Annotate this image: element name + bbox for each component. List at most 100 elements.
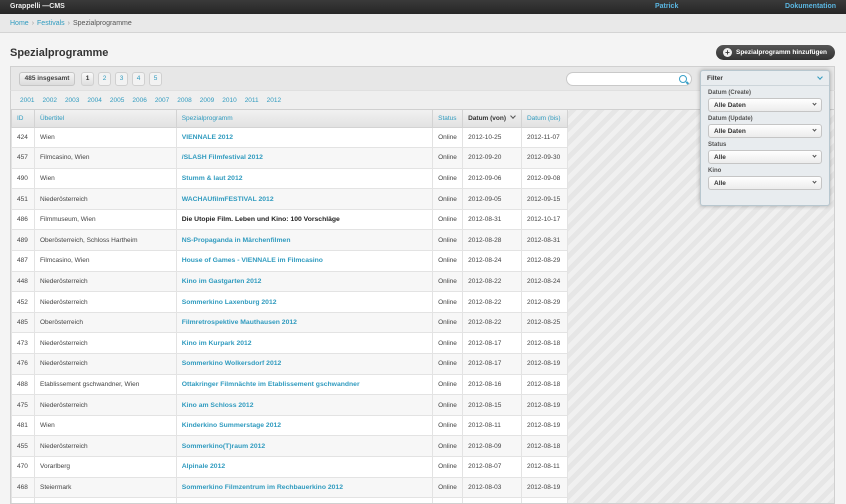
cell-spezialprogramm-link[interactable]: NS-Propaganda in Märchenfilmen	[175, 229, 434, 252]
cell-spezialprogramm-link[interactable]: Sommerkino(T)raum 2012	[175, 435, 434, 457]
column-header-status[interactable]: Status	[432, 110, 464, 128]
page-5[interactable]: 5	[149, 72, 162, 86]
table-row[interactable]: 470 Vorarlberg Alpinale 2012 Online 2012-08-…	[11, 456, 569, 478]
app-title[interactable]: Grappelli —CMS	[10, 3, 65, 10]
column-header-id[interactable]: ID	[11, 110, 35, 128]
table-row[interactable]: 486 Filmmuseum, Wien Die Utopie Film. Lebe…	[11, 208, 569, 231]
year-link[interactable]: 2010	[222, 97, 236, 104]
cell-datum-bis: 2012-08-31	[520, 229, 569, 252]
search-icon[interactable]	[679, 75, 687, 83]
cell-status: Online	[432, 229, 464, 252]
column-header-datum-bis[interactable]: Datum (bis)	[520, 110, 569, 128]
column-header-spezialprogramm[interactable]: Spezialprogramm	[175, 110, 434, 128]
table-row[interactable]: 490 Wien Stumm & laut 2012 Online 2012-09-06…	[11, 167, 569, 190]
table-row[interactable]: 489 Oberösterreich, Schloss Hartheim NS-Pr…	[11, 229, 569, 252]
cell-datum-bis: 2012-08-19	[520, 394, 569, 416]
cell-spezialprogramm-link[interactable]: Sommerkino Wolkersdorf 2012	[175, 353, 434, 375]
page-3[interactable]: 3	[115, 72, 128, 86]
top-bar: Grappelli —CMS Patrick Dokumentation	[0, 0, 846, 14]
table-row[interactable]: 476 Niederösterreich Sommerkino Wolkersdor…	[11, 353, 569, 375]
filter-select-status[interactable]: Alle	[708, 150, 822, 164]
cell-status: Online	[432, 167, 464, 190]
year-link[interactable]: 2011	[245, 97, 259, 104]
cell-uebertitel: Niederösterreich	[33, 291, 177, 313]
table-row[interactable]: 424 Wien VIENNALE 2012 Online 2012-10-25 2012…	[11, 126, 569, 149]
table-row[interactable]: 455 Niederösterreich Sommerkino(T)raum 201…	[11, 435, 569, 457]
user-menu[interactable]: Patrick	[655, 3, 678, 10]
year-link[interactable]: 2009	[200, 97, 214, 104]
cell-id: 457	[11, 147, 35, 169]
chevron-down-icon	[812, 101, 817, 106]
table-row[interactable]: 468 Steiermark Sommerkino Filmzentrum im R…	[11, 476, 569, 499]
cell-datum-von: 2012-08-17	[462, 353, 522, 375]
page-title: Spezialprogramme	[10, 47, 109, 59]
breadcrumb-home[interactable]: Home	[10, 20, 29, 27]
cell-uebertitel: Niederösterreich	[33, 332, 177, 355]
chevron-down-icon[interactable]	[817, 74, 823, 80]
cell-spezialprogramm-link[interactable]: Die Utopie Film. Leben und Kino: 100 Vor…	[175, 208, 434, 231]
cell-datum-von: 2012-08-16	[462, 373, 522, 396]
year-link[interactable]: 2007	[155, 97, 169, 104]
cell-spezialprogramm-link[interactable]: /SLASH Filmfestival 2012	[175, 147, 434, 169]
cell-spezialprogramm-link[interactable]: Sommerkino Filmzentrum im Rechbauerkino …	[175, 476, 434, 499]
cell-uebertitel: Filmcasino, Wien	[33, 250, 177, 272]
cell-datum-von: 2012-08-15	[462, 394, 522, 416]
table-row[interactable]: 475 Niederösterreich Kino am Schloss 2012 O…	[11, 394, 569, 416]
sort-descending-icon[interactable]	[510, 113, 516, 120]
year-link[interactable]: 2001	[20, 97, 34, 104]
total-count-button[interactable]: 485 insgesamt	[19, 72, 75, 86]
cell-datum-bis: 2012-08-18	[520, 332, 569, 355]
cell-uebertitel: Wien	[33, 414, 177, 437]
year-link[interactable]: 2008	[177, 97, 191, 104]
table-row[interactable]: 448 Niederösterreich Kino im Gastgarten 20…	[11, 270, 569, 293]
cell-spezialprogramm-link[interactable]: Kino im Kurpark 2012	[175, 332, 434, 355]
filter-select-datum-create[interactable]: Alle Daten	[708, 98, 822, 112]
cell-datum-bis: 2012-08-18	[520, 435, 569, 457]
cell-id: 485	[11, 311, 35, 334]
cell-spezialprogramm-link[interactable]: Filmretrospektive Mauthausen 2012	[175, 311, 434, 334]
cell-spezialprogramm-link[interactable]: Sommerkino Laxenburg 2012	[175, 291, 434, 313]
add-spezialprogramm-button[interactable]: + Spezialprogramm hinzufügen	[716, 45, 835, 60]
table-row[interactable]: 451 Niederösterreich WACHAUfilmFESTIVAL 20…	[11, 188, 569, 210]
documentation-link[interactable]: Dokumentation	[785, 3, 836, 10]
cell-spezialprogramm-link[interactable]: Kinderkino Summerstage 2012	[175, 414, 434, 437]
filter-select-datum-update[interactable]: Alle Daten	[708, 124, 822, 138]
year-link[interactable]: 2003	[65, 97, 79, 104]
cell-spezialprogramm-link[interactable]: Ottakringer Filmnächte im Etablissement …	[175, 373, 434, 396]
year-link[interactable]: 2004	[87, 97, 101, 104]
year-link[interactable]: 2002	[42, 97, 56, 104]
cell-spezialprogramm-link[interactable]	[175, 497, 434, 503]
year-link[interactable]: 2012	[267, 97, 281, 104]
year-link[interactable]: 2006	[132, 97, 146, 104]
cell-status: Online	[432, 353, 464, 375]
page-2[interactable]: 2	[98, 72, 111, 86]
cell-spezialprogramm-link[interactable]: House of Games - VIENNALE im Filmcasino	[175, 250, 434, 272]
cell-spezialprogramm-link[interactable]: Alpinale 2012	[175, 456, 434, 478]
cell-spezialprogramm-link[interactable]: VIENNALE 2012	[175, 126, 434, 149]
year-link[interactable]: 2005	[110, 97, 124, 104]
filter-select-kino[interactable]: Alle	[708, 176, 822, 190]
column-header-datum-von[interactable]: Datum (von)	[462, 110, 522, 128]
cell-id: 455	[11, 435, 35, 457]
cell-datum-bis: 2012-08-19	[520, 476, 569, 499]
breadcrumb-festivals[interactable]: Festivals	[37, 20, 65, 27]
cell-spezialprogramm-link[interactable]: WACHAUfilmFESTIVAL 2012	[175, 188, 434, 210]
table-row[interactable]: 481 Wien Kinderkino Summerstage 2012 Online…	[11, 414, 569, 437]
table-row[interactable]: 485 Oberösterreich Filmretrospektive Mauth…	[11, 311, 569, 334]
table-row[interactable]: 473 Niederösterreich Kino im Kurpark 2012 O…	[11, 332, 569, 355]
cell-id: 448	[11, 270, 35, 293]
table-row[interactable]: 452 Niederösterreich Sommerkino Laxenburg …	[11, 291, 569, 313]
cell-spezialprogramm-link[interactable]: Kino am Schloss 2012	[175, 394, 434, 416]
cell-spezialprogramm-link[interactable]: Kino im Gastgarten 2012	[175, 270, 434, 293]
table-row[interactable]: 488 Etablissement gschwandner, Wien Ottakr…	[11, 373, 569, 396]
table-row[interactable]: 457 Filmcasino, Wien/SLASH Filmfestival 2…	[11, 147, 569, 169]
cell-datum-bis: 2012-09-08	[520, 167, 569, 190]
table-row[interactable]	[11, 497, 569, 503]
cell-spezialprogramm-link[interactable]: Stumm & laut 2012	[175, 167, 434, 190]
column-header-uebertitel[interactable]: Übertitel	[33, 110, 177, 128]
filter-header[interactable]: Filter	[701, 71, 829, 86]
page-1[interactable]: 1	[81, 72, 94, 86]
search-input[interactable]	[566, 72, 692, 86]
table-row[interactable]: 487 Filmcasino, Wien House of Games - VIEN…	[11, 250, 569, 272]
page-4[interactable]: 4	[132, 72, 145, 86]
